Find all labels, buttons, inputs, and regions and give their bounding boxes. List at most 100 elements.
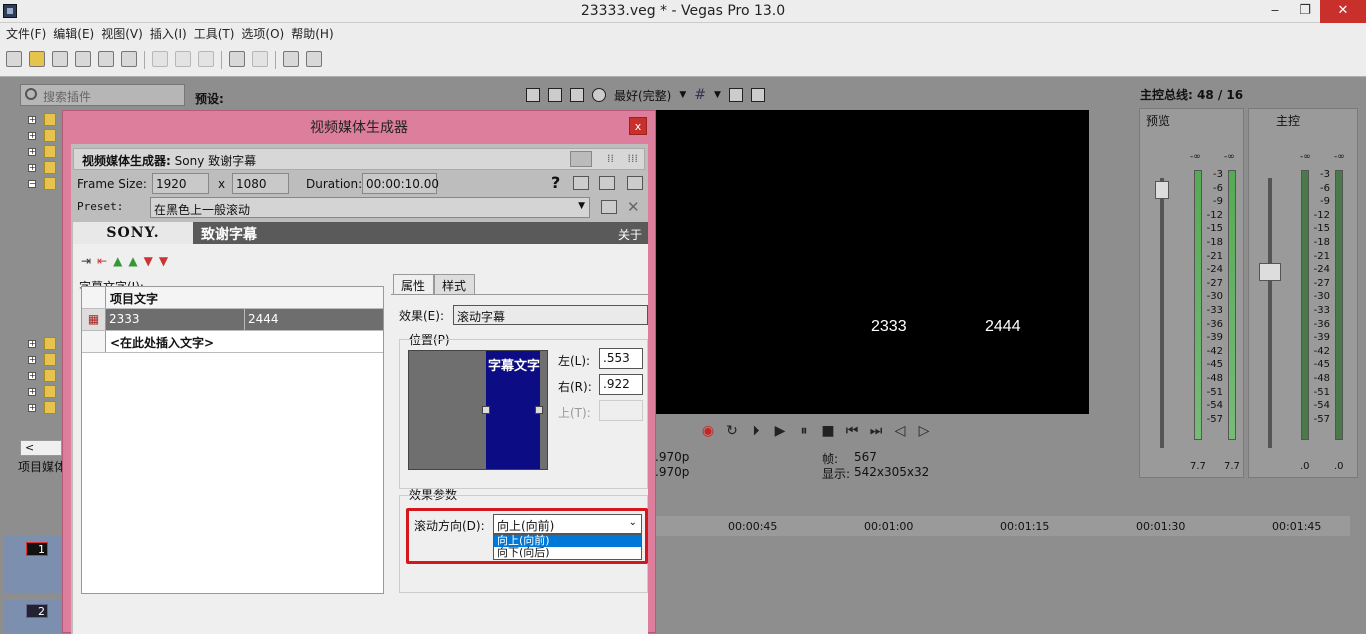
preview-fader-knob[interactable]: [1155, 181, 1169, 199]
delete-preset-icon[interactable]: ✕: [627, 198, 640, 216]
minimize-button[interactable]: ‒: [1260, 0, 1290, 23]
row-style-icon[interactable]: ▦: [82, 309, 106, 330]
tree-item[interactable]: +: [28, 401, 58, 415]
tree-item[interactable]: −: [28, 177, 58, 191]
tree-item[interactable]: +: [28, 337, 58, 351]
stop-icon[interactable]: ■: [820, 423, 836, 439]
view-mode-icon[interactable]: ⁞⁞: [607, 152, 614, 165]
right-value-input[interactable]: .922: [599, 374, 643, 395]
menu-file[interactable]: 文件(F): [6, 23, 53, 43]
tree-item[interactable]: +: [28, 161, 58, 175]
insert-text-hint[interactable]: <在此处插入文字>: [110, 334, 214, 351]
brush-icon[interactable]: [283, 51, 299, 67]
subtitle-grid: 项目文字 ▦ 2333 2444 <在此处插入文字>: [81, 286, 384, 594]
move-up-icon[interactable]: ▲: [113, 254, 122, 268]
table-row[interactable]: ▦ 2333 2444: [82, 309, 383, 331]
go-to-start-icon[interactable]: ⏮: [844, 423, 860, 439]
row-col1[interactable]: 2333: [109, 312, 140, 326]
view-mode-icon[interactable]: ⁞⁞⁞: [628, 152, 639, 165]
position-preview[interactable]: 字幕文字: [408, 350, 548, 470]
project-media-tab[interactable]: 项目媒体: [18, 458, 66, 475]
dialog-close-button[interactable]: x: [629, 117, 647, 135]
print-icon[interactable]: [599, 176, 615, 190]
duration-input[interactable]: 00:00:10.00: [362, 173, 439, 194]
save-icon[interactable]: [52, 51, 68, 67]
next-frame-icon[interactable]: ▷: [916, 423, 932, 439]
tab-properties[interactable]: 属性: [393, 274, 435, 294]
right-handle[interactable]: [535, 406, 543, 414]
table-row[interactable]: <在此处插入文字>: [82, 331, 383, 353]
tree-item[interactable]: +: [28, 113, 58, 127]
save-preset-icon[interactable]: [601, 200, 617, 214]
chevron-down-icon[interactable]: ▼: [714, 90, 721, 100]
menu-tools[interactable]: 工具(T): [194, 23, 242, 43]
frame-width-input[interactable]: 1920: [152, 173, 209, 194]
play-from-start-icon[interactable]: ⏵: [748, 423, 764, 439]
text-region[interactable]: 字幕文字: [486, 351, 540, 469]
frame-height-input[interactable]: 1080: [232, 173, 289, 194]
record-icon[interactable]: ◉: [700, 423, 716, 439]
preview-icon[interactable]: [627, 176, 643, 190]
tree-item[interactable]: +: [28, 353, 58, 367]
grid-overlay-icon[interactable]: #: [694, 87, 706, 103]
prev-frame-icon[interactable]: ◁: [892, 423, 908, 439]
timeline-ruler[interactable]: 00:00:45 00:01:00 00:01:15 00:01:30 00:0…: [655, 516, 1350, 536]
delete-row-icon[interactable]: ⇤: [97, 254, 107, 268]
tree-item[interactable]: +: [28, 129, 58, 143]
master-fader-knob[interactable]: [1259, 263, 1281, 281]
preview-properties-icon[interactable]: [526, 88, 540, 102]
tree-item[interactable]: +: [28, 145, 58, 159]
tree-item[interactable]: +: [28, 385, 58, 399]
view-mode-icon[interactable]: [570, 151, 592, 167]
external-monitor-icon[interactable]: [548, 88, 562, 102]
properties-icon[interactable]: [121, 51, 137, 67]
copy-icon[interactable]: [175, 51, 191, 67]
help-icon[interactable]: ?: [551, 173, 560, 192]
loop-icon[interactable]: ↻: [724, 423, 740, 439]
pause-icon[interactable]: ⏸: [796, 423, 812, 439]
menu-options[interactable]: 选项(O): [241, 23, 291, 43]
tab-style[interactable]: 样式: [434, 274, 476, 294]
track-header-2[interactable]: 2: [4, 600, 62, 633]
whats-this-icon[interactable]: [306, 51, 322, 67]
move-down-icon[interactable]: ▼: [144, 254, 153, 268]
close-window-button[interactable]: ✕: [1320, 0, 1366, 23]
menu-help[interactable]: 帮助(H): [291, 23, 340, 43]
effect-dropdown[interactable]: 滚动字幕: [453, 305, 648, 325]
track-header-1[interactable]: 1: [4, 536, 62, 594]
menu-edit[interactable]: 编辑(E): [53, 23, 101, 43]
open-folder-icon[interactable]: [29, 51, 45, 67]
menu-insert[interactable]: 插入(I): [150, 23, 194, 43]
copy-snapshot-icon[interactable]: [728, 88, 743, 102]
play-icon[interactable]: ▶: [772, 423, 788, 439]
tree-item[interactable]: +: [28, 369, 58, 383]
redo-icon[interactable]: [252, 51, 268, 67]
chevron-down-icon[interactable]: ▼: [679, 90, 686, 100]
cut-icon[interactable]: [152, 51, 168, 67]
move-up-group-icon[interactable]: ▲: [128, 254, 137, 268]
about-link[interactable]: 关于: [618, 226, 642, 243]
preview-quality-dropdown[interactable]: 最好(完整): [614, 87, 671, 104]
row-col2[interactable]: 2444: [244, 309, 279, 330]
left-handle[interactable]: [482, 406, 490, 414]
save-as-icon[interactable]: [75, 51, 91, 67]
paste-icon[interactable]: [198, 51, 214, 67]
overlay-icon[interactable]: [592, 88, 606, 102]
move-down-group-icon[interactable]: ▼: [159, 254, 168, 268]
preset-dropdown[interactable]: 在黑色上一般滚动 ▼: [150, 197, 590, 218]
maximize-button[interactable]: ❐: [1290, 0, 1320, 23]
save-snapshot-icon[interactable]: [750, 88, 765, 102]
menu-view[interactable]: 视图(V): [101, 23, 150, 43]
insert-row-icon[interactable]: ⇥: [81, 254, 91, 268]
split-screen-icon[interactable]: [570, 88, 584, 102]
undo-icon[interactable]: [229, 51, 245, 67]
left-value-input[interactable]: .553: [599, 348, 643, 369]
search-plugins-input[interactable]: 搜索插件: [20, 84, 185, 106]
db-tick: -42: [1206, 345, 1223, 357]
match-event-icon[interactable]: [573, 176, 589, 190]
horizontal-scrollbar[interactable]: <: [20, 440, 62, 456]
go-to-end-icon[interactable]: ⏭: [868, 423, 884, 439]
db-tick: -33: [1206, 304, 1223, 316]
render-icon[interactable]: [98, 51, 114, 67]
new-file-icon[interactable]: [6, 51, 22, 67]
